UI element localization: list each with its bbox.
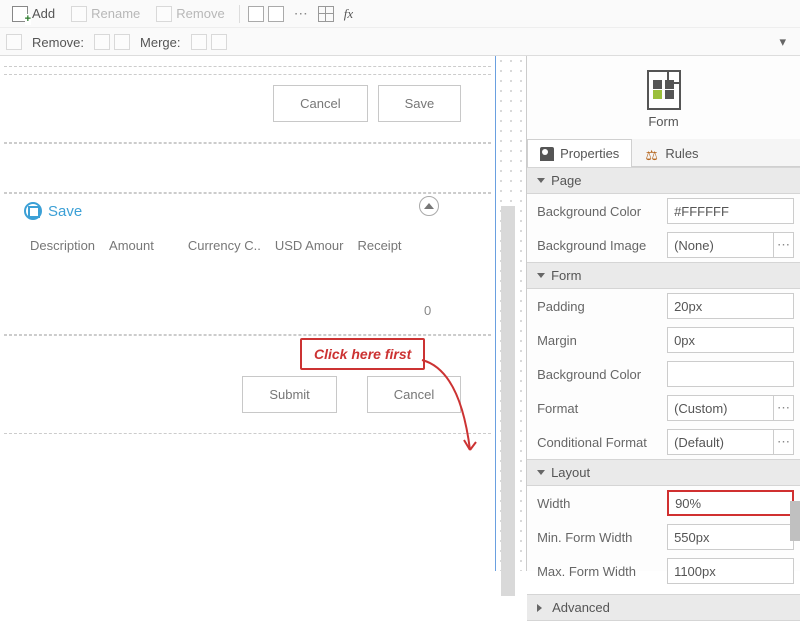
- remove-label: Remove: [176, 6, 224, 21]
- label-bgimage: Background Image: [537, 238, 667, 253]
- input-maxwidth[interactable]: 1100px: [667, 558, 794, 584]
- separator: [239, 5, 240, 23]
- label-bgcolor: Background Color: [537, 204, 667, 219]
- add-icon: [12, 6, 28, 22]
- row2-icon-1: [6, 34, 22, 50]
- rename-button: Rename: [65, 4, 146, 24]
- ellipsis-icon[interactable]: ⋯: [773, 430, 793, 454]
- save-icon: [24, 202, 42, 220]
- label-form-bgcolor: Background Color: [537, 367, 667, 382]
- section-form[interactable]: Form: [527, 262, 800, 289]
- label-padding: Padding: [537, 299, 667, 314]
- input-format[interactable]: (Custom)⋯: [667, 395, 794, 421]
- scrollbar-thumb[interactable]: [790, 501, 800, 541]
- section-page[interactable]: Page: [527, 167, 800, 194]
- tool-icon-1[interactable]: [248, 6, 264, 22]
- merge-label-group: Merge:: [134, 33, 186, 52]
- label-margin: Margin: [537, 333, 667, 348]
- tab-rules[interactable]: Rules: [632, 139, 711, 167]
- label-maxwidth: Max. Form Width: [537, 564, 667, 579]
- add-label: Add: [32, 6, 55, 21]
- ellipsis-icon[interactable]: ⋯: [773, 233, 793, 257]
- input-width[interactable]: 90%: [667, 490, 794, 516]
- tool-icon-2[interactable]: [268, 6, 284, 22]
- remove2-label: Remove:: [32, 35, 84, 50]
- input-minwidth[interactable]: 550px: [667, 524, 794, 550]
- input-padding[interactable]: 20px: [667, 293, 794, 319]
- callout-text: Click here first: [300, 338, 425, 370]
- submit-button[interactable]: Submit: [242, 376, 336, 413]
- rules-icon: [645, 147, 659, 161]
- column-headers: Description Amount Currency C.. USD Amou…: [4, 228, 491, 263]
- remove-button: Remove: [150, 4, 230, 24]
- fx-button[interactable]: fx: [338, 4, 359, 24]
- rename-label: Rename: [91, 6, 140, 21]
- grid-icon[interactable]: [318, 6, 334, 22]
- rename-icon: [71, 6, 87, 22]
- panel-title: Form: [527, 114, 800, 129]
- input-form-bgcolor[interactable]: [667, 361, 794, 387]
- remove2-label-group: Remove:: [26, 33, 90, 52]
- label-width: Width: [537, 496, 667, 511]
- add-button[interactable]: Add: [6, 4, 61, 24]
- toolbar-overflow[interactable]: [779, 34, 794, 50]
- remove-col-icon: [94, 34, 110, 50]
- tab-properties-label: Properties: [560, 146, 619, 161]
- form-canvas[interactable]: Cancel Save Save Description Amount Curr…: [0, 56, 495, 571]
- section-advanced[interactable]: Advanced: [527, 594, 800, 621]
- col-usd: USD Amour: [275, 238, 344, 253]
- col-currency: Currency C..: [188, 238, 261, 253]
- toolbar: Add Rename Remove fx Remove: Merge:: [0, 0, 800, 56]
- cancel-button[interactable]: Cancel: [273, 85, 367, 122]
- remove-icon: [156, 6, 172, 22]
- save-link[interactable]: Save: [4, 194, 491, 228]
- col-amount: Amount: [109, 238, 154, 253]
- tab-properties[interactable]: Properties: [527, 139, 632, 167]
- section-layout[interactable]: Layout: [527, 459, 800, 486]
- merge-icon-2: [211, 34, 227, 50]
- total-value: 0: [4, 263, 491, 328]
- input-page-bgimage[interactable]: (None)⋯: [667, 232, 794, 258]
- col-description: Description: [30, 238, 95, 253]
- ellipsis-icon[interactable]: ⋯: [773, 396, 793, 420]
- label-format: Format: [537, 401, 667, 416]
- label-minwidth: Min. Form Width: [537, 530, 667, 545]
- callout-annotation: Click here first: [300, 338, 425, 370]
- merge-icon-1: [191, 34, 207, 50]
- input-condformat[interactable]: (Default)⋯: [667, 429, 794, 455]
- selection-shade: [501, 206, 515, 596]
- tab-rules-label: Rules: [665, 146, 698, 161]
- properties-icon: [540, 147, 554, 161]
- save-link-label: Save: [48, 203, 82, 220]
- input-margin[interactable]: 0px: [667, 327, 794, 353]
- properties-panel: Form Properties Rules Page Background Co…: [526, 56, 800, 571]
- input-page-bgcolor[interactable]: #FFFFFF: [667, 198, 794, 224]
- merge-label: Merge:: [140, 35, 180, 50]
- label-condformat: Conditional Format: [537, 435, 667, 450]
- remove-row-icon: [114, 34, 130, 50]
- form-icon: [647, 70, 681, 110]
- save-button[interactable]: Save: [378, 85, 462, 122]
- more-icon[interactable]: [288, 3, 314, 24]
- col-receipt: Receipt: [357, 238, 401, 253]
